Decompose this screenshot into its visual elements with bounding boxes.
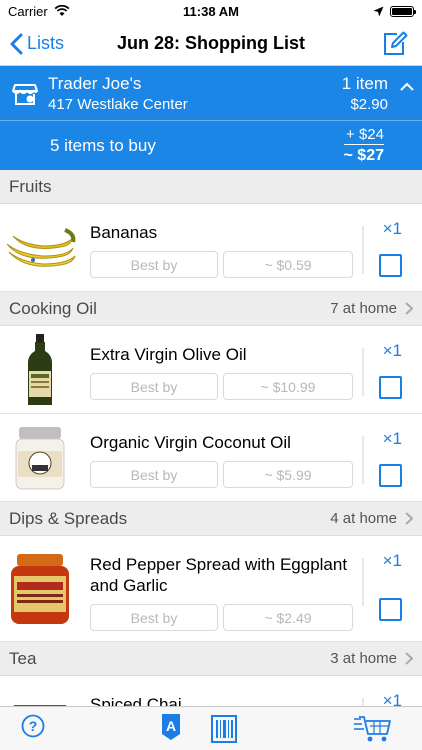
- section-header-fruits: Fruits: [0, 170, 422, 204]
- item-body: Organic Virgin Coconut Oil Best by ~ $5.…: [80, 414, 422, 501]
- item-fields: Best by ~ $2.49: [90, 604, 422, 631]
- item-checkbox[interactable]: [379, 464, 402, 487]
- barcode-scan-button[interactable]: [211, 715, 237, 748]
- home-count-label: 3 at home: [330, 650, 397, 667]
- cart-button[interactable]: [352, 715, 392, 748]
- navigation-bar: Lists Jun 28: Shopping List: [0, 22, 422, 66]
- status-bar: Carrier 11:38 AM: [0, 0, 422, 22]
- help-icon: ?: [21, 714, 45, 738]
- store-header[interactable]: Trader Joe's 417 Westlake Center 1 item …: [0, 66, 422, 120]
- back-label: Lists: [27, 33, 65, 53]
- divider: [362, 558, 364, 606]
- section-home-count: 3 at home: [330, 650, 413, 667]
- chevron-right-icon: [405, 652, 413, 665]
- price-field[interactable]: ~ $0.59: [223, 251, 353, 278]
- list-summary: 5 items to buy + $24 ~ $27: [0, 120, 422, 170]
- wifi-icon: [54, 5, 70, 16]
- divider: [362, 226, 364, 274]
- item-checkbox[interactable]: [379, 376, 402, 399]
- item-thumbnail: [0, 204, 80, 291]
- section-header-tea[interactable]: Tea 3 at home: [0, 642, 422, 676]
- item-body: Bananas Best by ~ $0.59: [80, 204, 422, 291]
- store-info: Trader Joe's 417 Westlake Center: [48, 74, 342, 113]
- chevron-right-icon: [405, 302, 413, 315]
- carrier-label: Carrier: [8, 3, 48, 19]
- item-fields: Best by ~ $0.59: [90, 251, 422, 278]
- bananas-image: [6, 227, 76, 267]
- status-left: Carrier: [8, 4, 70, 19]
- tab-bar: ? A: [0, 706, 422, 750]
- list-item[interactable]: Red Pepper Spread with Eggplant and Garl…: [0, 536, 422, 642]
- edit-list-button[interactable]: [382, 31, 408, 62]
- section-title: Fruits: [9, 176, 52, 196]
- price-field[interactable]: ~ $10.99: [223, 373, 353, 400]
- list-item[interactable]: Organic Virgin Coconut Oil Best by ~ $5.…: [0, 414, 422, 502]
- store-address: 417 Westlake Center: [48, 95, 188, 113]
- section-title: Dips & Spreads: [9, 508, 128, 528]
- summary-amounts: + $24 ~ $27: [343, 126, 384, 165]
- svg-text:A: A: [166, 718, 176, 734]
- best-by-field[interactable]: Best by: [90, 604, 218, 631]
- section-home-count: 7 at home: [330, 300, 413, 317]
- item-thumbnail: [0, 326, 80, 413]
- section-title: Cooking Oil: [9, 298, 97, 318]
- price-field[interactable]: ~ $2.49: [223, 604, 353, 631]
- item-thumbnail: [0, 536, 80, 641]
- section-home-count: 4 at home: [330, 510, 413, 527]
- price-field[interactable]: ~ $5.99: [223, 461, 353, 488]
- divider: [362, 348, 364, 396]
- aisle-button[interactable]: A: [160, 712, 182, 747]
- back-button[interactable]: Lists: [0, 33, 64, 55]
- item-thumbnail: [0, 414, 80, 501]
- olive-oil-image: [28, 333, 52, 405]
- quantity-button[interactable]: ×1: [383, 219, 402, 239]
- summary-total: ~ $27: [343, 147, 384, 164]
- store-name: Trader Joe's: [48, 73, 142, 93]
- chevron-left-icon: [10, 33, 23, 54]
- battery-icon: [390, 5, 416, 17]
- quantity-button[interactable]: ×1: [383, 551, 402, 571]
- section-header-dips-spreads[interactable]: Dips & Spreads 4 at home: [0, 502, 422, 536]
- section-header-cooking-oil[interactable]: Cooking Oil 7 at home: [0, 292, 422, 326]
- item-name: Red Pepper Spread with Eggplant and Garl…: [90, 555, 348, 595]
- store-item-count: 1 item: [341, 73, 388, 93]
- coconut-oil-image: [15, 426, 65, 489]
- chevron-right-icon: [405, 512, 413, 525]
- svg-text:?: ?: [29, 718, 38, 734]
- store-total: $2.90: [350, 95, 388, 113]
- cart-icon: [354, 716, 391, 742]
- item-checkbox[interactable]: [379, 598, 402, 621]
- home-count-label: 7 at home: [330, 300, 397, 317]
- best-by-field[interactable]: Best by: [90, 373, 218, 400]
- divider: [362, 436, 364, 484]
- best-by-field[interactable]: Best by: [90, 461, 218, 488]
- section-title: Tea: [9, 648, 37, 668]
- item-body: Extra Virgin Olive Oil Best by ~ $10.99: [80, 326, 422, 413]
- item-checkbox[interactable]: [379, 254, 402, 277]
- list-item[interactable]: Extra Virgin Olive Oil Best by ~ $10.99 …: [0, 326, 422, 414]
- status-right: [373, 5, 416, 17]
- compose-icon: [384, 31, 408, 55]
- chevron-up-icon[interactable]: [400, 82, 414, 91]
- quantity-button[interactable]: ×1: [383, 429, 402, 449]
- location-arrow-icon: [373, 6, 384, 16]
- item-name: Extra Virgin Olive Oil: [90, 345, 247, 364]
- quantity-button[interactable]: ×1: [383, 341, 402, 361]
- summary-added-amount: + $24: [343, 126, 384, 145]
- aisle-icon: A: [162, 714, 180, 740]
- home-count-label: 4 at home: [330, 510, 397, 527]
- help-button[interactable]: ?: [21, 714, 45, 743]
- store-summary: 1 item $2.90: [342, 74, 388, 113]
- item-fields: Best by ~ $5.99: [90, 461, 422, 488]
- item-name: Bananas: [90, 223, 158, 242]
- store-icon: [12, 84, 38, 105]
- barcode-icon: [211, 715, 237, 743]
- items-to-buy-label: 5 items to buy: [50, 135, 156, 155]
- red-pepper-spread-image: [11, 553, 69, 624]
- best-by-field[interactable]: Best by: [90, 251, 218, 278]
- list-item[interactable]: Bananas Best by ~ $0.59 ×1: [0, 204, 422, 292]
- item-name: Organic Virgin Coconut Oil: [90, 433, 291, 452]
- item-body: Red Pepper Spread with Eggplant and Garl…: [80, 536, 422, 641]
- item-fields: Best by ~ $10.99: [90, 373, 422, 400]
